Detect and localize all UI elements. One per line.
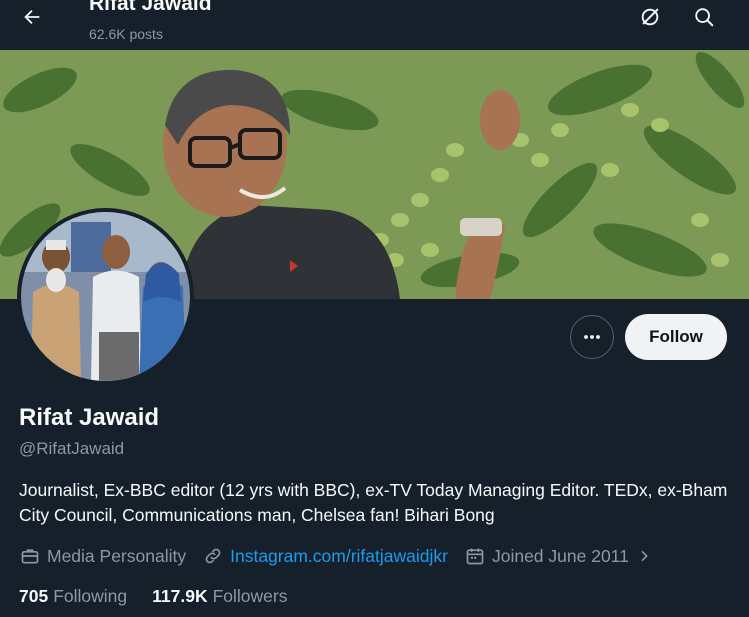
link-icon [202,545,224,567]
following-label: Following [53,586,128,606]
following-link[interactable]: 705 Following [19,586,127,607]
more-button[interactable] [570,315,614,359]
posts-count: 62.6K posts [89,26,163,42]
following-count: 705 [19,586,49,606]
follow-stats: 705 Following 117.9K Followers [19,586,288,607]
search-button[interactable] [686,0,722,34]
grok-icon [641,8,659,26]
followers-label: Followers [212,586,288,606]
website-item: Instagram.com/rifatjawaidjkr [202,545,448,567]
bio: Journalist, Ex-BBC editor (12 yrs with B… [19,480,728,525]
avatar-photo [21,212,190,381]
display-name: Rifat Jawaid [19,404,160,431]
briefcase-icon [19,545,41,567]
profile-meta: Media Personality Instagram.com/rifatjaw… [19,543,661,569]
follow-button[interactable]: Follow [625,314,727,360]
header-name: Rifat Jawaid [89,0,212,15]
chevron-right-icon [633,545,655,567]
category-label: Media Personality [47,545,187,566]
back-button[interactable] [12,0,52,34]
followers-link[interactable]: 117.9K Followers [152,586,287,607]
more-icon [584,335,600,339]
arrow-left-icon [24,9,40,25]
search-icon [695,8,714,27]
website-link[interactable]: Instagram.com/rifatjawaidjkr [230,546,448,567]
handle: @RifatJawaid [19,439,125,458]
top-bar: Rifat Jawaid 62.6K posts [0,0,749,50]
calendar-icon [464,545,486,567]
joined-label: Joined June 2011 [491,545,629,566]
profile-avatar[interactable] [17,208,194,385]
grok-button[interactable] [632,0,668,34]
joined-item[interactable]: Joined June 2011 [464,545,661,567]
category-item: Media Personality [19,545,186,567]
followers-count: 117.9K [152,586,208,606]
